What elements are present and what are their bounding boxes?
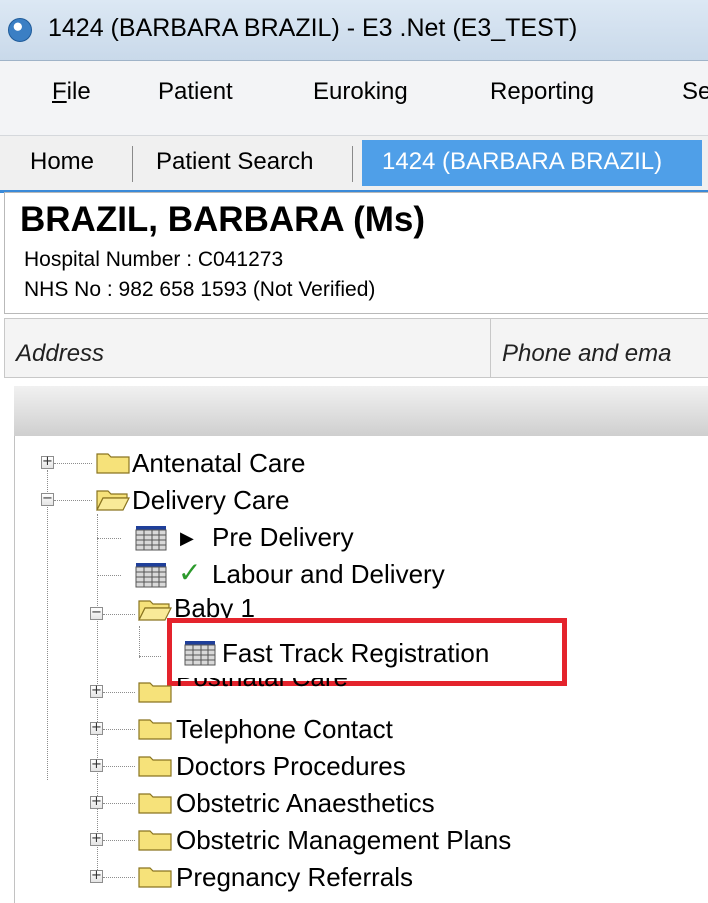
expand-antenatal-care[interactable]: + <box>41 455 54 469</box>
tab-patient-search[interactable]: Patient Search <box>134 140 352 186</box>
tree-item-doctors-procedures[interactable]: Doctors Procedures <box>176 751 406 781</box>
postnatal-care-label: Postnatal Care <box>176 678 348 687</box>
collapse-delivery-care[interactable]: − <box>41 492 54 506</box>
tree-connector <box>103 766 135 767</box>
menu-file-mnemonic: F <box>52 78 67 105</box>
expand-doctors-procedures[interactable]: + <box>90 758 103 772</box>
complete-check-icon: ✓ <box>178 556 202 589</box>
collapse-baby-1[interactable]: − <box>90 606 103 620</box>
folder-icon <box>138 716 172 740</box>
tree-connector <box>54 500 92 501</box>
folder-icon <box>138 790 172 814</box>
folder-icon <box>138 827 172 851</box>
expand-postnatal-care[interactable]: + <box>90 684 103 698</box>
expand-obstetric-management-plans[interactable]: + <box>90 832 103 846</box>
tree-connector <box>103 803 135 804</box>
app-icon <box>8 18 32 42</box>
tree-connector <box>103 877 135 878</box>
tree-toolbar <box>14 386 708 436</box>
tree-connector <box>97 538 121 539</box>
folder-icon <box>138 864 172 888</box>
expand-pregnancy-referrals[interactable]: + <box>90 869 103 883</box>
tree-connector <box>103 840 135 841</box>
tree-connector <box>103 692 135 693</box>
menu-file-rest: ile <box>66 78 91 105</box>
menu-patient[interactable]: Patient <box>158 78 233 106</box>
open-folder-icon <box>96 487 130 511</box>
nhs-number: NHS No : 982 658 1593 (Not Verified) <box>24 278 376 301</box>
column-divider <box>490 318 491 378</box>
tree-item-obstetric-management-plans[interactable]: Obstetric Management Plans <box>176 825 511 855</box>
menu-file[interactable]: File <box>52 78 91 106</box>
tree-connector <box>139 626 140 658</box>
patient-name: BRAZIL, BARBARA (Ms) <box>20 200 426 239</box>
folder-icon <box>138 753 172 777</box>
tree-item-labour-and-delivery[interactable]: Labour and Delivery <box>212 559 445 589</box>
form-grid-icon <box>135 525 169 551</box>
highlight-annotation-box <box>167 618 567 686</box>
tree-item-antenatal-care[interactable]: Antenatal Care <box>132 448 305 478</box>
tree-connector <box>47 470 48 780</box>
menu-reporting[interactable]: Reporting <box>490 78 594 106</box>
tree-connector <box>103 729 135 730</box>
menu-setup[interactable]: Se <box>682 78 708 106</box>
folder-icon <box>96 450 130 474</box>
menu-euroking[interactable]: Euroking <box>313 78 408 106</box>
tab-separator <box>352 146 353 182</box>
folder-icon <box>138 679 172 703</box>
pending-arrow-icon: ▶ <box>180 528 194 548</box>
tree-connector <box>97 575 121 576</box>
tree-connector <box>54 463 92 464</box>
tree-item-telephone-contact[interactable]: Telephone Contact <box>176 714 393 744</box>
tree-connector <box>103 614 135 615</box>
tab-home[interactable]: Home <box>0 140 132 186</box>
expand-telephone-contact[interactable]: + <box>90 721 103 735</box>
tree-item-pre-delivery[interactable]: Pre Delivery <box>212 522 354 552</box>
tree-connector <box>139 656 161 657</box>
phone-email-column-header[interactable]: Phone and ema <box>502 340 671 368</box>
hospital-number: Hospital Number : C041273 <box>24 248 284 271</box>
window-title: 1424 (BARBARA BRAZIL) - E3 .Net (E3_TEST… <box>48 14 578 42</box>
tree-item-pregnancy-referrals[interactable]: Pregnancy Referrals <box>176 862 413 892</box>
tree-item-delivery-care[interactable]: Delivery Care <box>132 485 290 515</box>
form-grid-icon <box>135 562 169 588</box>
expand-obstetric-anaesthetics[interactable]: + <box>90 795 103 809</box>
tree-item-obstetric-anaesthetics[interactable]: Obstetric Anaesthetics <box>176 788 435 818</box>
address-column-header[interactable]: Address <box>16 340 104 368</box>
tree-item-postnatal-care[interactable]: Postnatal Care <box>176 678 348 687</box>
tab-separator <box>132 146 133 182</box>
tab-patient-record[interactable]: 1424 (BARBARA BRAZIL) <box>362 140 702 186</box>
